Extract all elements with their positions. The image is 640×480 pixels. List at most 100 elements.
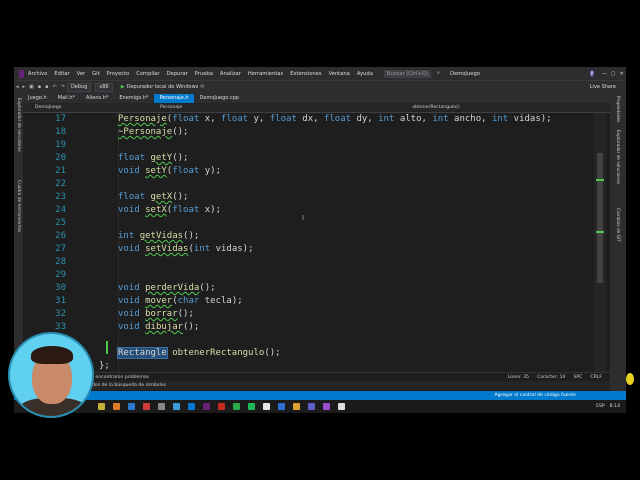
taskbar-app-icon[interactable] [308,403,315,410]
clock[interactable]: 8:14 [610,404,620,409]
code-line[interactable]: 20 float getY(); [23,152,606,165]
code-line[interactable]: 29 [23,269,606,282]
user-avatar[interactable]: P [589,70,595,77]
taskbar-app-icon[interactable] [218,403,225,410]
language-indicator[interactable]: ESP [596,404,605,409]
code-line[interactable]: 23 float getX(); [23,191,606,204]
save-all-icon[interactable]: ▪ [45,84,48,90]
output-panel-label[interactable]: Resultados de la búsqueda de símbolos [23,381,610,390]
properties-tab[interactable]: Propiedades [615,96,620,122]
code-line[interactable]: 33 void dibujar(); [23,321,606,334]
tab-personaje-h[interactable]: Personaje.h [154,94,194,103]
code-line[interactable]: 25 [23,217,606,230]
code-line[interactable]: 22 [23,178,606,191]
code-line[interactable]: 31 void mover(char tecla); [23,295,606,308]
member-dropdown[interactable]: obtenerRectangulo() [412,105,459,110]
code-line[interactable]: 21 void setY(float y); [23,165,606,178]
code-line[interactable]: 28 [23,256,606,269]
code-text: void setY(float y); [118,166,221,176]
code-text: void setX(float x); [118,205,221,215]
platform-dropdown[interactable]: x86 [95,82,113,92]
taskbar-app-icon[interactable] [338,403,345,410]
config-dropdown[interactable]: Debug [66,82,92,92]
live-share-button[interactable]: Live Share [590,84,616,90]
menu-ventana[interactable]: Ventana [329,71,350,77]
column-indicator[interactable]: Carácter: 14 [537,375,566,380]
menu-herramientas[interactable]: Herramientas [248,71,283,77]
scope-dropdown[interactable]: Personaje [160,105,182,110]
taskbar-app-icon[interactable] [278,403,285,410]
undo-icon[interactable]: ↶ [53,84,57,90]
menu-archivo[interactable]: Archivo [28,71,47,77]
solution-explorer-tab[interactable]: Explorador de soluciones [615,130,620,184]
line-indicator[interactable]: Línea: 35 [508,375,529,380]
menu-ayuda[interactable]: Ayuda [357,71,373,77]
line-number: 22 [55,179,66,189]
taskbar-app-icon[interactable] [233,403,240,410]
taskbar-app-icon[interactable] [98,403,105,410]
menu-git[interactable]: Git [92,71,100,77]
menu-extensiones[interactable]: Extensiones [290,71,321,77]
tab-enemigo-h[interactable]: Enemigo.h* [114,94,153,103]
back-icon[interactable]: ◂ [16,84,19,90]
menu-analizar[interactable]: Analizar [220,71,241,77]
code-line[interactable]: 17 Personaje(float x, float y, float dx, … [23,113,606,126]
taskbar-app-icon[interactable] [263,403,270,410]
maximize-button[interactable]: ▢ [609,71,618,77]
code-line[interactable]: Rectangle obtenerRectangulo(); [23,347,606,360]
code-line[interactable]: 19 [23,139,606,152]
taskbar-app-icon[interactable] [128,403,135,410]
taskbar-app-icon[interactable] [188,403,195,410]
code-line[interactable]: 32 void borrar(); [23,308,606,321]
code-line[interactable]: 30 void perderVida(); [23,282,606,295]
menu-proyecto[interactable]: Proyecto [107,71,130,77]
redo-icon[interactable]: ↷ [61,84,65,90]
close-button[interactable]: ✕ [617,71,626,77]
vertical-scrollbar[interactable] [594,113,606,372]
code-editor[interactable]: 17 Personaje(float x, float y, float dx, … [23,113,606,372]
menu-compilar[interactable]: Compilar [136,71,159,77]
run-icon[interactable]: ▶ [121,84,125,90]
code-line[interactable]: 26 int getVidas(); [23,230,606,243]
scroll-marker [596,231,604,233]
menu-prueba[interactable]: Prueba [195,71,213,77]
tab-demojuego-cpp[interactable]: DemoJuego.cpp [195,94,244,103]
webcam-hair [31,346,73,364]
taskbar-app-icon[interactable] [203,403,210,410]
tab-mail-h[interactable]: Mail.h* [53,94,80,103]
code-line[interactable] [23,334,606,347]
taskbar-app-icon[interactable] [113,403,120,410]
run-button[interactable]: Depurador local de Windows [127,84,199,90]
project-dropdown[interactable]: DemoJuego [35,105,160,110]
taskbar-app-icon[interactable] [173,403,180,410]
taskbar-app-icon[interactable] [158,403,165,410]
tab-juego-h[interactable]: Juego.h [23,94,52,103]
code-line[interactable]: }; [23,360,606,372]
code-line[interactable]: 24 void setX(float x); [23,204,606,217]
code-line[interactable]: 27 void setVidas(int vidas); [23,243,606,256]
search-input[interactable]: Buscar (Ctrl+Q) [383,69,432,78]
scrollbar-thumb[interactable] [597,153,603,283]
server-explorer-tab[interactable]: Explorador de servidores [16,98,21,152]
minimize-button[interactable]: — [600,71,609,77]
menu-depurar[interactable]: Depurar [167,71,188,77]
code-text: void borrar(); [118,309,194,319]
taskbar-app-icon[interactable] [323,403,330,410]
taskbar-app-icon[interactable] [248,403,255,410]
line-ending-indicator[interactable]: CRLF [590,375,602,380]
tab-aliens-h[interactable]: Aliens.h* [81,94,113,103]
refresh-icon[interactable]: ⟳ [200,84,204,90]
toolbox-tab[interactable]: Cuadro de herramientas [16,180,21,232]
code-line[interactable]: 18 ~Personaje(); [23,126,606,139]
save-icon[interactable]: ▪ [38,84,41,90]
source-control-button[interactable]: Agregar al control de código fuente [495,393,577,398]
menu-ver[interactable]: Ver [77,71,85,77]
taskbar-app-icon[interactable] [143,403,150,410]
new-item-icon[interactable]: ▣ [29,84,34,90]
spacing-indicator[interactable]: SPC [573,375,582,380]
taskbar-app-icon[interactable] [293,403,300,410]
search-icon[interactable]: ⌕ [437,70,440,77]
git-changes-tab[interactable]: Cambios de GIT [615,208,620,242]
forward-icon[interactable]: ▸ [23,84,26,90]
menu-editar[interactable]: Editar [54,71,69,77]
